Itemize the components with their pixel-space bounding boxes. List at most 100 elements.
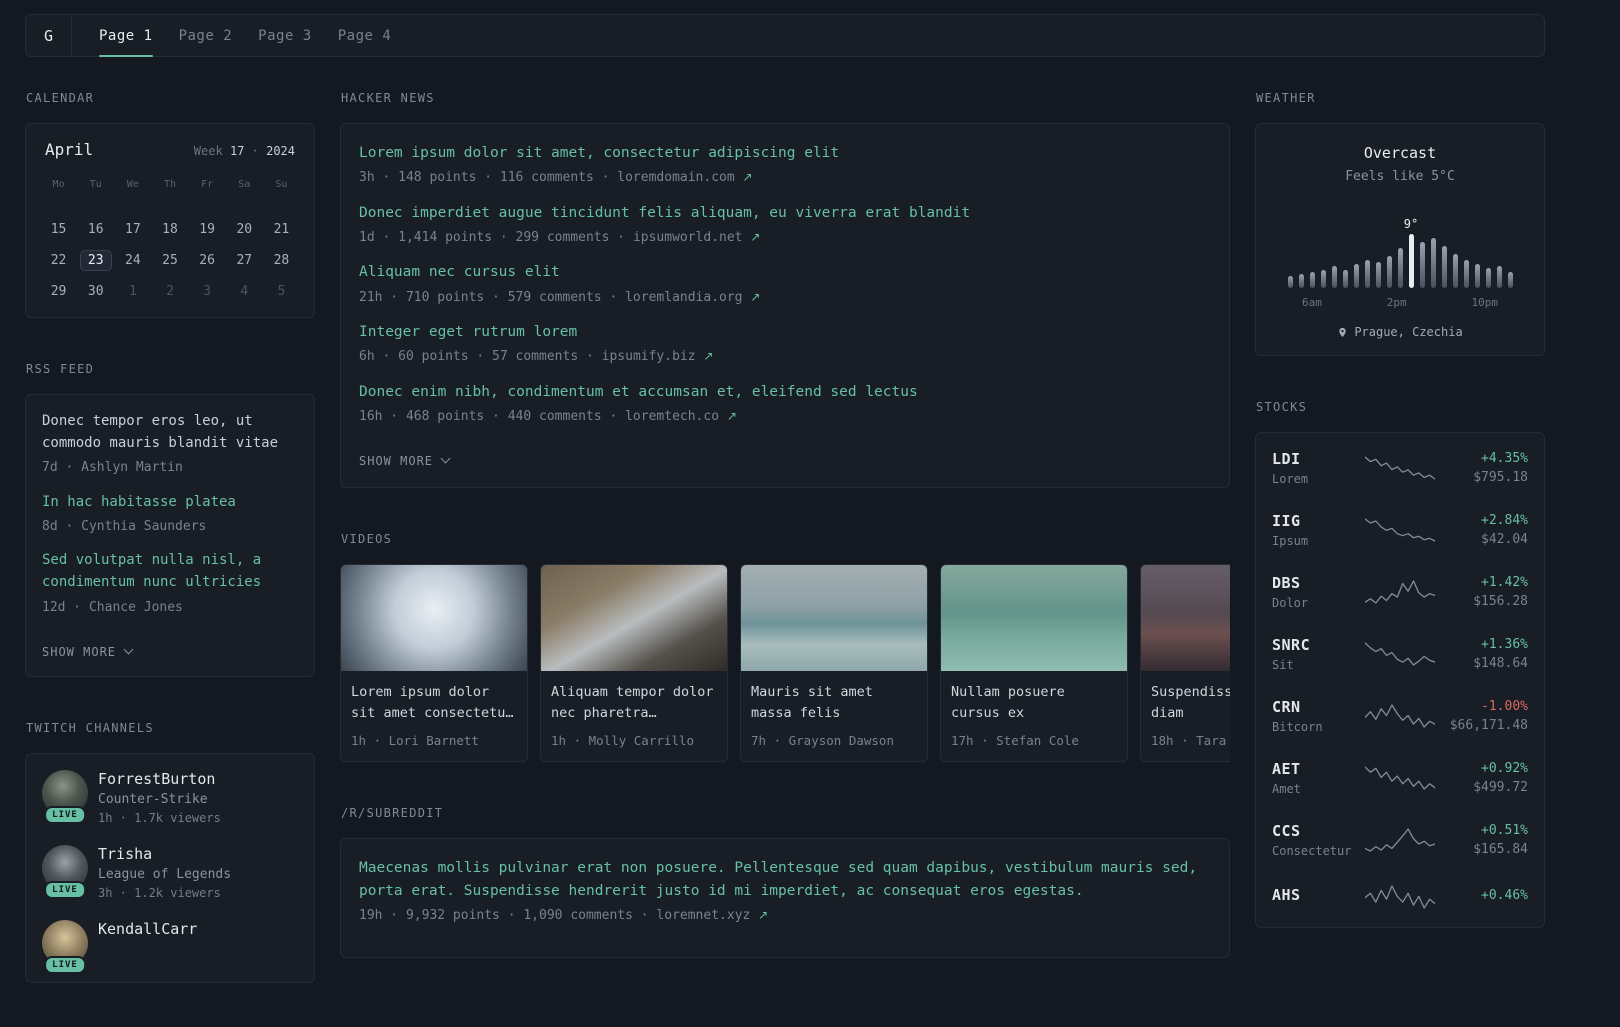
page-tab-label: Page 4	[337, 27, 392, 44]
rss-item-link[interactable]: Donec tempor eros leo, ut commodo mauris…	[42, 411, 298, 454]
hackernews-item-meta: 16h · 468 points · 440 comments · loremt…	[359, 408, 1211, 426]
stock-symbol: CRN	[1272, 698, 1301, 716]
external-link-icon: ↗	[703, 349, 714, 364]
page-tab[interactable]: Page 2	[166, 15, 246, 56]
stock-row[interactable]: SNRC Sit +1.36% $148.64	[1272, 623, 1528, 685]
calendar-day-number: 21	[273, 222, 290, 237]
weather-bar	[1353, 264, 1359, 288]
video-card[interactable]: Lorem ipsum dolor sit amet consectetu… 1…	[340, 564, 528, 763]
hackernews-domain-link[interactable]: loremtech.co	[625, 409, 719, 424]
external-link-icon: ↗	[742, 170, 753, 185]
stock-row[interactable]: CRN Bitcorn -1.00% $66,171.48	[1272, 685, 1528, 747]
stock-change-percent: +0.46%	[1481, 887, 1528, 903]
page-container: G Page 1 Page 2 Page 3 Page 4 CALENDAR A…	[25, 14, 1545, 1027]
video-card[interactable]: Mauris sit amet massa felis 7h · Grayson…	[740, 564, 928, 763]
subreddit-card: Maecenas mollis pulvinar erat non posuer…	[340, 838, 1230, 959]
calendar-day: 4	[226, 276, 263, 307]
stock-row[interactable]: DBS Dolor +1.42% $156.28	[1272, 561, 1528, 623]
page-tab[interactable]: Page 1	[86, 15, 166, 57]
video-card[interactable]: Nullam posuere cursus ex 17h · Stefan Co…	[940, 564, 1128, 763]
weather-bar-fill	[1474, 264, 1480, 288]
calendar-day-number: 26	[199, 253, 215, 268]
calendar-day: 19	[189, 214, 226, 245]
stock-row[interactable]: IIG Ipsum +2.84% $42.04	[1272, 499, 1528, 561]
calendar-week-info: Week 17 · 2024	[194, 144, 295, 158]
rss-item-meta: 7d · Ashlyn Martin	[42, 460, 183, 476]
hackernews-domain-link[interactable]: loremdomain.com	[617, 170, 734, 185]
video-card[interactable]: Aliquam tempor dolor nec pharetra… 1h · …	[540, 564, 728, 763]
stock-identity: AET Amet	[1272, 760, 1359, 796]
calendar-day: 20	[226, 214, 263, 245]
weather-bar-fill	[1364, 260, 1370, 288]
twitch-avatar-wrap: LIVE	[42, 920, 88, 974]
stock-row[interactable]: LDI Lorem +4.35% $795.18	[1272, 437, 1528, 499]
calendar-weekday: Tu	[89, 179, 102, 190]
stock-row[interactable]: AET Amet +0.92% $499.72	[1272, 747, 1528, 809]
page-tabs: Page 1 Page 2 Page 3 Page 4	[86, 15, 405, 57]
hackernews-item-link[interactable]: Aliquam nec cursus elit	[359, 261, 1211, 283]
video-info: Suspendisse diam 18h · Tara	[1141, 671, 1230, 761]
rss-item-link[interactable]: Sed volutpat nulla nisl, a condimentum n…	[42, 550, 298, 593]
calendar-day: 15	[40, 214, 77, 245]
subreddit-section-title: /R/SUBREDDIT	[341, 806, 444, 821]
weather-bar	[1386, 256, 1392, 288]
calendar-day: 2	[151, 276, 188, 307]
stock-values: +2.84% $42.04	[1441, 513, 1528, 547]
hackernews-domain-link[interactable]: ipsumify.biz	[602, 349, 696, 364]
calendar-day: 25	[151, 245, 188, 276]
twitch-channel-row[interactable]: LIVE KendallCarr	[42, 920, 298, 974]
weather-bar-fill	[1496, 266, 1502, 288]
subreddit-post: Maecenas mollis pulvinar erat non posuer…	[359, 857, 1211, 925]
calendar-day-number: 16	[87, 222, 104, 237]
stock-sparkline	[1365, 518, 1435, 542]
twitch-card: LIVE ForrestBurton Counter-Strike 1h · 1…	[25, 753, 315, 983]
calendar-day-number: 18	[162, 222, 178, 237]
hackernews-item-meta: 3h · 148 points · 116 comments · loremdo…	[359, 169, 1211, 187]
hackernews-item-link[interactable]: Donec imperdiet augue tincidunt felis al…	[359, 202, 1211, 224]
hackernews-domain-link[interactable]: loremlandia.org	[625, 290, 742, 305]
calendar-day-number: 3	[203, 284, 212, 299]
stock-row[interactable]: AHS +0.46%	[1272, 871, 1528, 923]
calendar-day: 28	[263, 245, 300, 276]
video-meta: 18h · Tara	[1151, 733, 1227, 749]
rss-show-more-button[interactable]: SHOW MORE	[42, 644, 134, 659]
stock-sparkline	[1365, 642, 1435, 666]
calendar-day-number: 29	[50, 284, 67, 299]
hackernews-item: Integer eget rutrum lorem 6h · 60 points…	[359, 321, 1211, 367]
weather-bar-fill	[1342, 270, 1348, 288]
weather-time-axis: 6am 2pm 10pm	[1272, 296, 1528, 309]
weather-bar	[1430, 238, 1436, 288]
calendar-day: 29	[40, 276, 77, 307]
stock-values: +1.42% $156.28	[1441, 575, 1528, 609]
hackernews-show-more-button[interactable]: SHOW MORE	[359, 453, 451, 468]
calendar-week-number: 17	[229, 144, 245, 158]
weather-bar-fill	[1287, 276, 1293, 288]
rss-item-link[interactable]: In hac habitasse platea	[42, 492, 298, 514]
calendar-day-number: 20	[236, 222, 253, 237]
stock-change-percent: +1.36%	[1481, 637, 1528, 652]
stock-row[interactable]: CCS Consectetur +0.51% $165.84	[1272, 809, 1528, 871]
twitch-channel-row[interactable]: LIVE ForrestBurton Counter-Strike 1h · 1…	[42, 770, 298, 825]
weather-bar	[1375, 262, 1381, 288]
hackernews-item-link[interactable]: Lorem ipsum dolor sit amet, consectetur …	[359, 142, 1211, 164]
stock-price: $795.18	[1473, 470, 1528, 485]
weather-section: WEATHER Overcast Feels like 5°C 9° 6am 2…	[1255, 91, 1545, 356]
subreddit-post-link[interactable]: Maecenas mollis pulvinar erat non posuer…	[359, 857, 1211, 902]
weather-bar	[1320, 270, 1326, 288]
calendar-week-label: Week	[193, 144, 223, 158]
calendar-day-number: 19	[199, 222, 215, 237]
weather-location: Prague, Czechia	[1272, 325, 1528, 339]
page-tab[interactable]: Page 3	[245, 15, 325, 56]
weather-bar	[1342, 270, 1348, 288]
stock-values: +4.35% $795.18	[1441, 451, 1528, 485]
video-card[interactable]: Suspendisse diam 18h · Tara	[1140, 564, 1230, 763]
hackernews-item-link[interactable]: Donec enim nibh, condimentum et accumsan…	[359, 381, 1211, 403]
stock-change-percent: -1.00%	[1481, 699, 1528, 714]
videos-section: VIDEOS Lorem ipsum dolor sit amet consec…	[340, 532, 1230, 763]
hackernews-item-link[interactable]: Integer eget rutrum lorem	[359, 321, 1211, 343]
hackernews-domain-link[interactable]: ipsumworld.net	[633, 230, 743, 245]
weather-hourly-chart: 9°	[1272, 210, 1528, 288]
page-tab[interactable]: Page 4	[325, 15, 405, 56]
subreddit-domain-link[interactable]: loremnet.xyz	[656, 908, 750, 923]
twitch-channel-row[interactable]: LIVE Trisha League of Legends 3h · 1.2k …	[42, 845, 298, 900]
